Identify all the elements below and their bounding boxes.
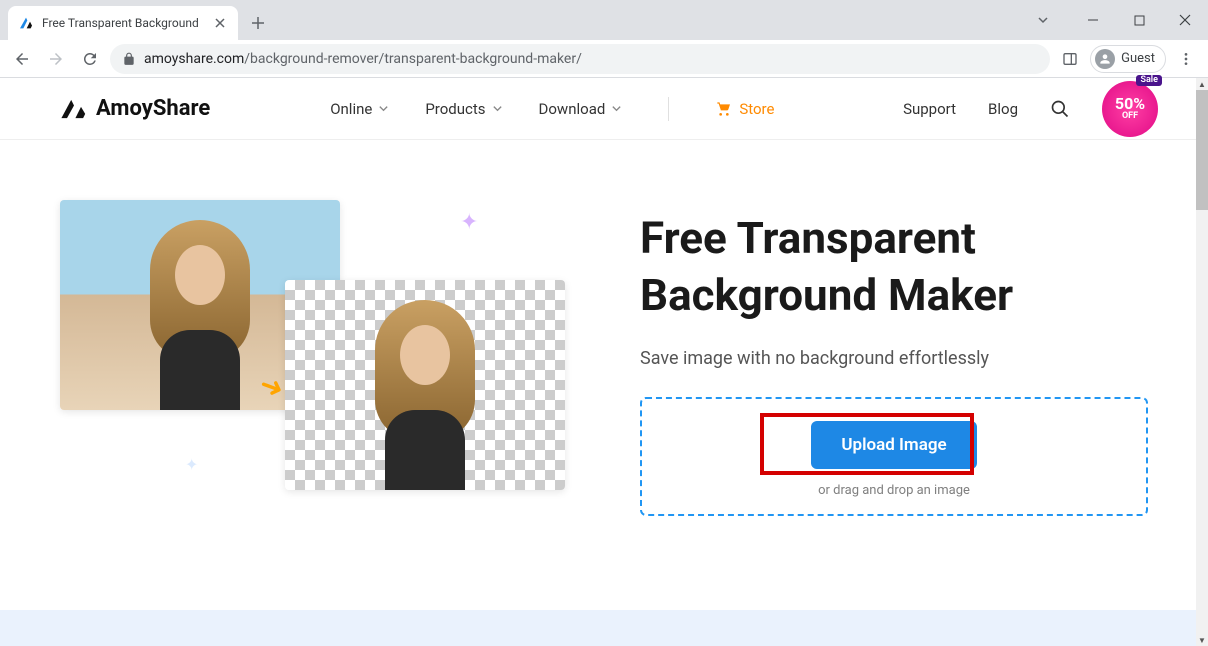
upload-hint: or drag and drop an image xyxy=(662,483,1126,498)
url-path: /background-remover/transparent-backgrou… xyxy=(244,51,582,67)
avatar-icon xyxy=(1095,49,1115,69)
close-window-button[interactable] xyxy=(1162,4,1208,36)
page-footer-strip xyxy=(0,610,1196,646)
tab-title: Free Transparent Background xyxy=(42,16,204,30)
sale-tag: Sale xyxy=(1136,75,1162,86)
browser-tab-strip: Free Transparent Background xyxy=(0,0,1208,40)
person-figure xyxy=(345,290,505,490)
sale-percent: 50% xyxy=(1115,96,1145,112)
panel-icon[interactable] xyxy=(1056,45,1084,73)
sale-badge[interactable]: Sale 50% OFF xyxy=(1102,81,1158,137)
profile-label: Guest xyxy=(1121,51,1155,66)
page-subtitle: Save image with no background effortless… xyxy=(640,348,1148,369)
title-line: Free Transparent xyxy=(640,212,976,264)
scrollbar-thumb[interactable] xyxy=(1196,90,1208,210)
hero-section: ✦ ✦ ➜ Free Transparent Background Maker … xyxy=(0,140,1208,560)
nav-label: Online xyxy=(330,100,372,118)
tab-search-icon[interactable] xyxy=(1020,4,1066,36)
upload-button[interactable]: Upload Image xyxy=(811,421,976,469)
browser-tab[interactable]: Free Transparent Background xyxy=(8,6,238,40)
favicon-icon xyxy=(18,15,34,31)
url-text: amoyshare.com/background-remover/transpa… xyxy=(144,51,582,67)
minimize-button[interactable] xyxy=(1070,4,1116,36)
scroll-down-icon[interactable]: ▼ xyxy=(1196,634,1208,646)
chevron-down-icon xyxy=(378,103,389,114)
maximize-button[interactable] xyxy=(1116,4,1162,36)
cart-icon xyxy=(715,101,733,117)
upload-dropzone[interactable]: Upload Image or drag and drop an image xyxy=(640,397,1148,516)
sparkle-icon: ✦ xyxy=(460,210,478,235)
person-figure xyxy=(120,210,280,410)
scroll-up-icon[interactable]: ▲ xyxy=(1196,78,1208,90)
nav-label: Store xyxy=(739,100,774,118)
profile-chip[interactable]: Guest xyxy=(1090,45,1166,73)
site-header: AmoyShare Online Products Download Store… xyxy=(0,78,1208,140)
brand-name: AmoyShare xyxy=(96,96,210,121)
url-host: amoyshare.com xyxy=(144,51,244,67)
hero-illustration: ✦ ✦ ➜ xyxy=(60,200,600,520)
nav-store[interactable]: Store xyxy=(715,100,774,118)
window-controls xyxy=(1020,0,1208,40)
nav-divider xyxy=(668,97,669,121)
nav-label: Download xyxy=(539,100,606,118)
chevron-down-icon xyxy=(611,103,622,114)
title-line: Background Maker xyxy=(640,269,1013,321)
secondary-nav: Support Blog Sale 50% OFF xyxy=(903,81,1158,137)
nav-support[interactable]: Support xyxy=(903,100,956,118)
nav-products[interactable]: Products xyxy=(425,100,502,118)
page-title: Free Transparent Background Maker xyxy=(640,210,1148,324)
reload-button[interactable] xyxy=(76,45,104,73)
new-tab-button[interactable] xyxy=(244,9,272,37)
address-bar[interactable]: amoyshare.com/background-remover/transpa… xyxy=(110,44,1050,74)
sale-off: OFF xyxy=(1122,112,1138,121)
nav-blog[interactable]: Blog xyxy=(988,100,1018,118)
nav-label: Products xyxy=(425,100,485,118)
sparkle-icon: ✦ xyxy=(185,455,198,474)
back-button[interactable] xyxy=(8,45,36,73)
main-nav: Online Products Download Store xyxy=(330,97,774,121)
nav-online[interactable]: Online xyxy=(330,100,389,118)
menu-icon[interactable] xyxy=(1172,45,1200,73)
after-image xyxy=(285,280,565,490)
nav-download[interactable]: Download xyxy=(539,100,623,118)
forward-button xyxy=(42,45,70,73)
lock-icon xyxy=(122,52,136,66)
chevron-down-icon xyxy=(492,103,503,114)
tab-close-icon[interactable] xyxy=(212,15,228,31)
brand-logo[interactable]: AmoyShare xyxy=(60,96,210,121)
search-icon[interactable] xyxy=(1050,99,1070,119)
browser-toolbar: amoyshare.com/background-remover/transpa… xyxy=(0,40,1208,78)
brand-mark-icon xyxy=(60,98,88,120)
hero-content: Free Transparent Background Maker Save i… xyxy=(640,200,1148,520)
